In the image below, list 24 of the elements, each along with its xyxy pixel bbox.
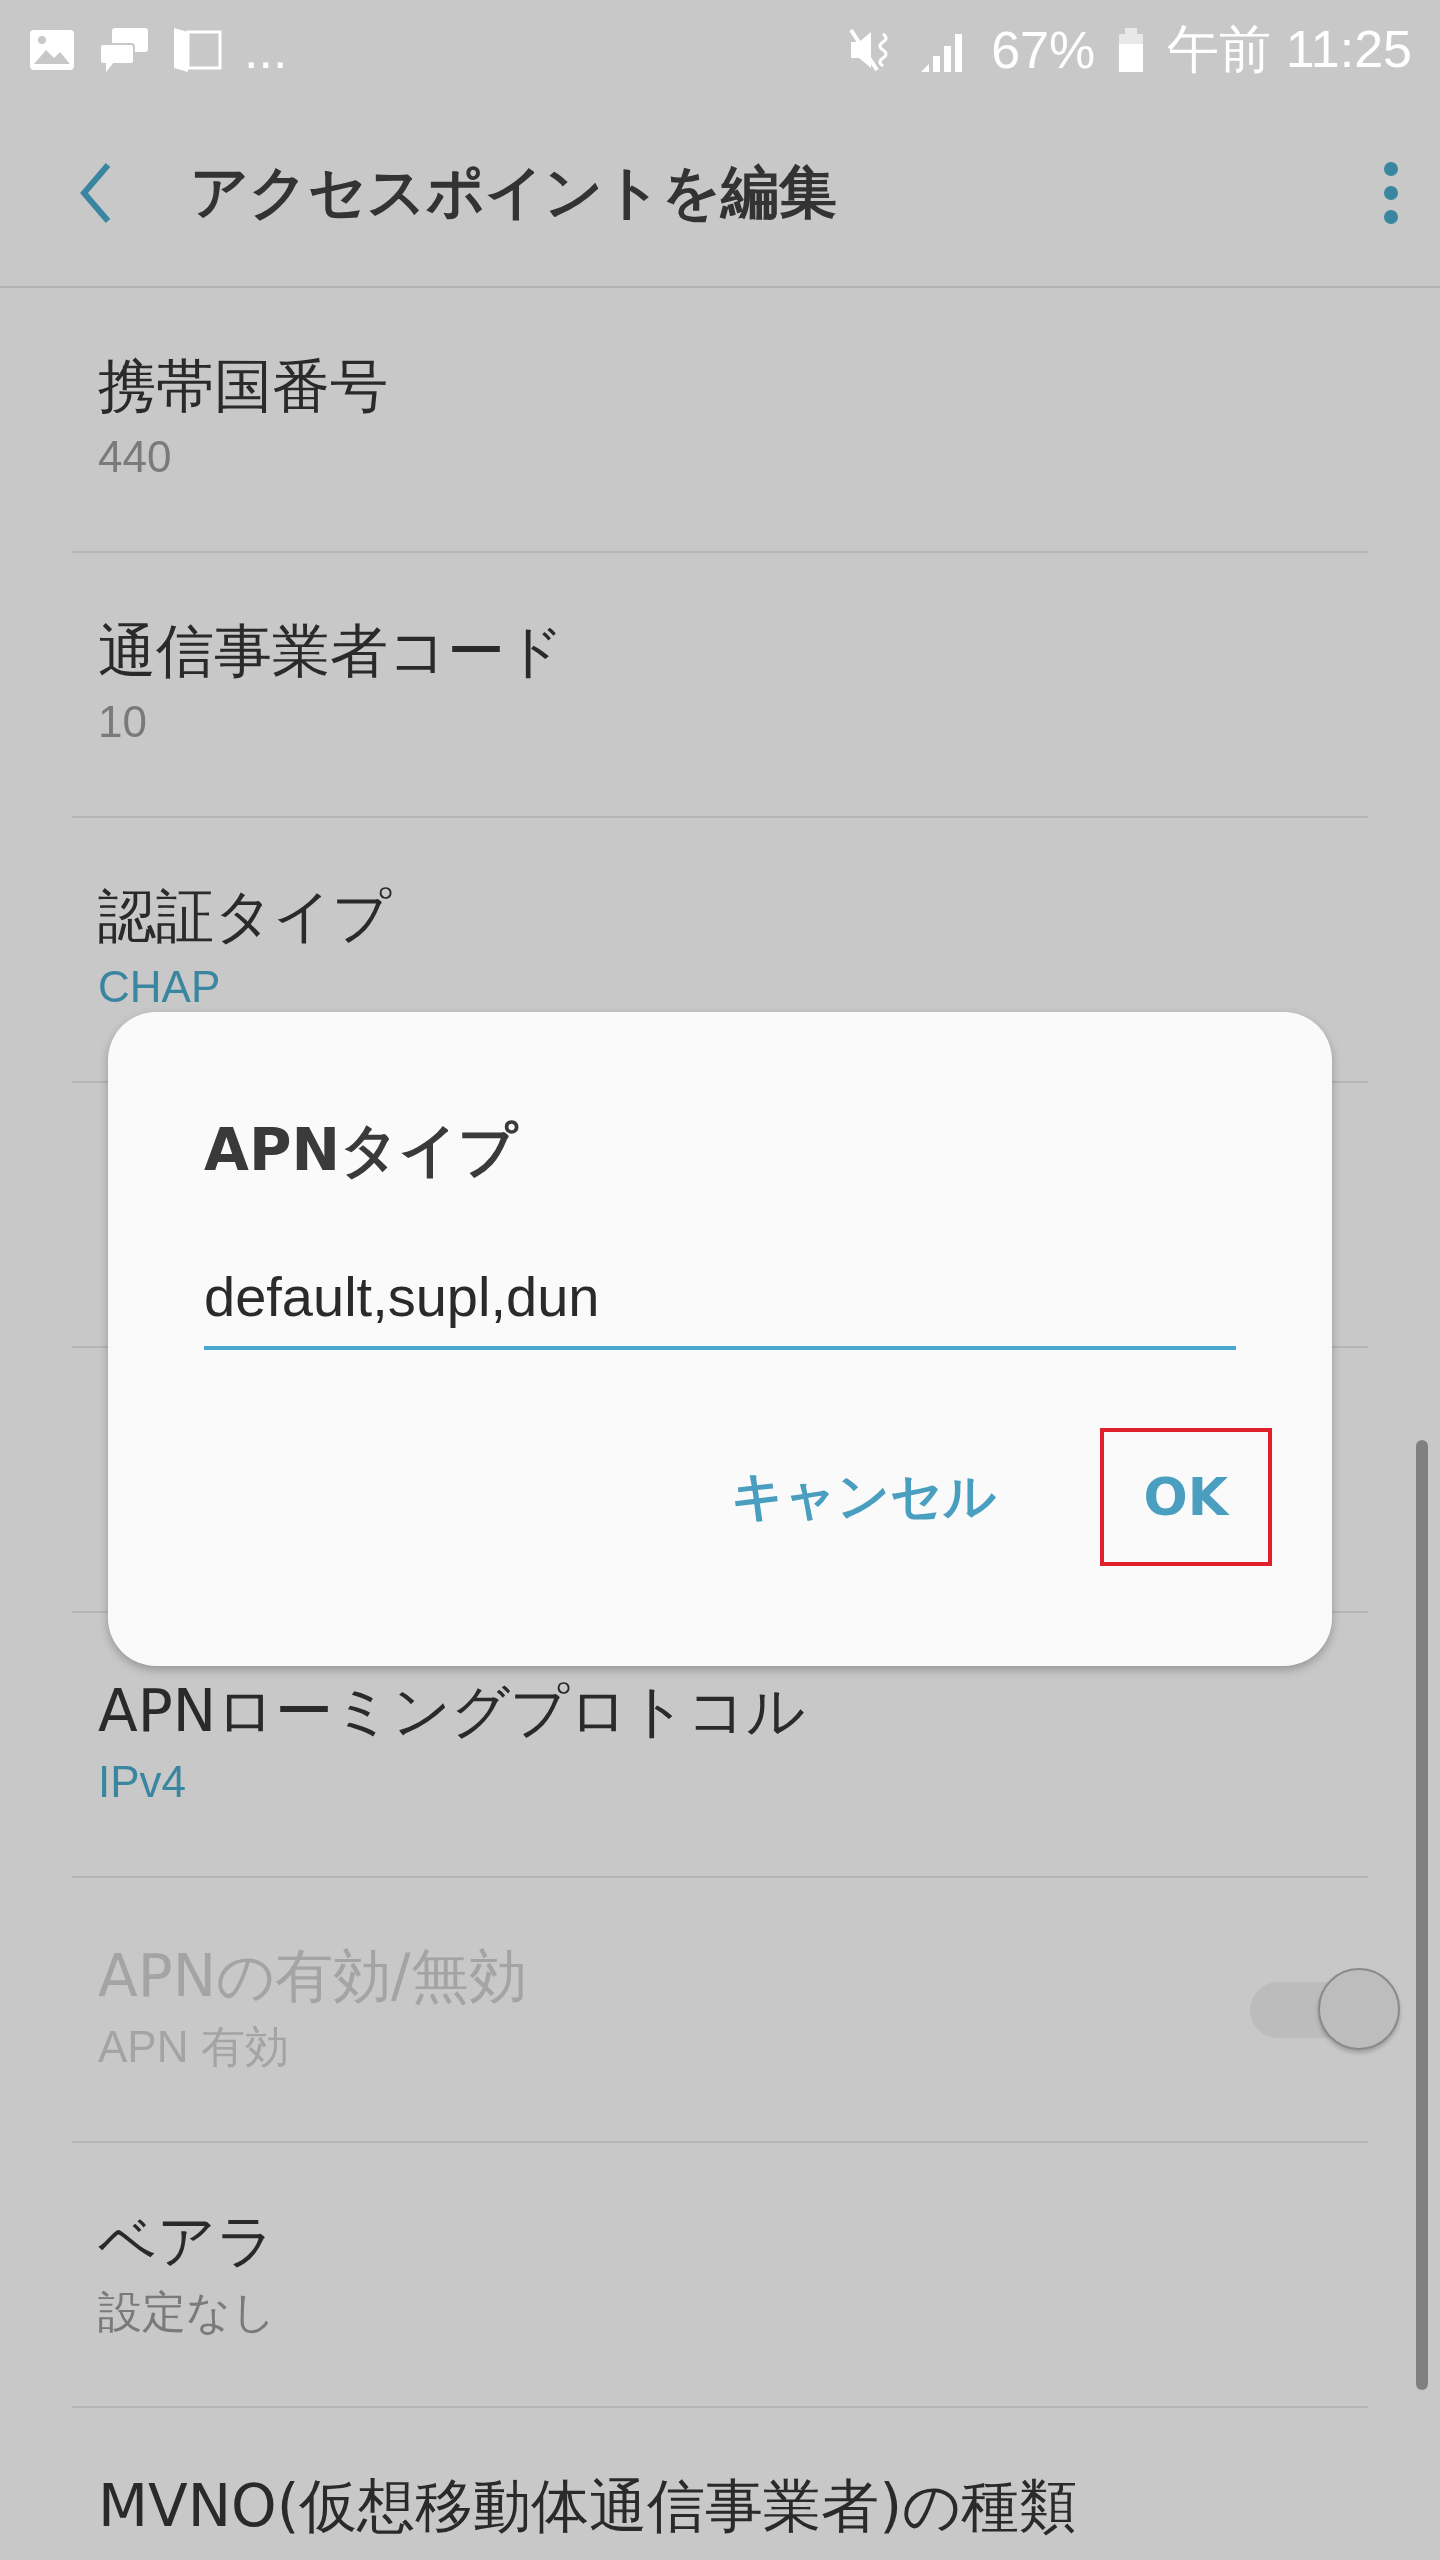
more-options-icon[interactable] bbox=[1382, 160, 1400, 226]
input-field[interactable]: default,supl,dun bbox=[204, 1246, 1236, 1350]
dialog-button[interactable]: OK bbox=[1099, 1428, 1272, 1566]
setting-title: 認証タイプ bbox=[98, 884, 393, 948]
setting-value: CHAP bbox=[98, 962, 222, 1012]
setting-value: 設定なし bbox=[98, 2287, 277, 2337]
setting-value: 10 bbox=[98, 697, 148, 747]
scrollbar[interactable] bbox=[1416, 1440, 1428, 2390]
screen-title: アクセスポイントを編集 bbox=[190, 157, 838, 228]
app-icon bbox=[172, 26, 222, 74]
dialog-button[interactable]: キャンセル bbox=[686, 1428, 1040, 1566]
more-notifications: ... bbox=[244, 20, 288, 80]
setting-value: 440 bbox=[98, 432, 173, 482]
setting-title: 通信事業者コード bbox=[98, 619, 565, 683]
setting-title: 携帯国番号 bbox=[98, 354, 389, 418]
setting-title: ベアラ bbox=[98, 2209, 276, 2273]
battery-icon bbox=[1117, 26, 1146, 74]
message-icon bbox=[98, 26, 150, 74]
back-icon[interactable] bbox=[80, 162, 112, 224]
setting-value: IPv4 bbox=[98, 1757, 188, 1807]
setting-title: APNローミングプロトコル bbox=[98, 1679, 807, 1743]
dialog-title: APNタイプ bbox=[204, 1115, 520, 1186]
image-icon bbox=[28, 28, 76, 72]
setting-title: MVNO(仮想移動体通信事業者)の種類 bbox=[98, 2474, 1078, 2538]
